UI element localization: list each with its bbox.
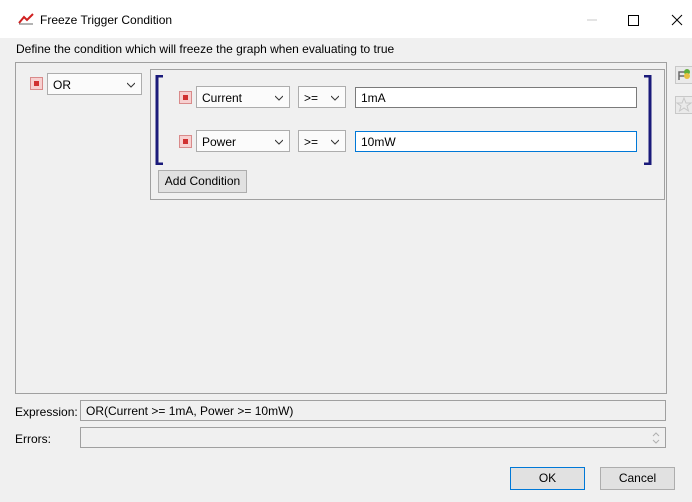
- remove-condition-icon[interactable]: [179, 135, 192, 148]
- dialog-description: Define the condition which will freeze t…: [16, 42, 395, 56]
- cancel-button[interactable]: Cancel: [600, 467, 675, 490]
- remove-group-icon[interactable]: [30, 77, 43, 90]
- signal-select[interactable]: Current: [196, 86, 290, 108]
- close-icon[interactable]: [662, 9, 692, 31]
- signal-value: Power: [202, 135, 237, 149]
- maximize-icon[interactable]: [618, 9, 648, 31]
- scroll-spinner-icon[interactable]: [651, 431, 661, 445]
- expression-field: OR(Current >= 1mA, Power >= 10mW): [80, 400, 666, 421]
- errors-label: Errors:: [15, 432, 51, 446]
- logic-operator-value: OR: [53, 78, 71, 92]
- comparator-value: >=: [304, 135, 319, 149]
- condition-value-input[interactable]: 10mW: [355, 131, 637, 152]
- signal-value: Current: [202, 91, 243, 105]
- condition-value-input[interactable]: 1mA: [355, 87, 637, 108]
- condition-value-text: 10mW: [361, 135, 396, 149]
- logic-operator-select[interactable]: OR: [47, 73, 142, 95]
- chevron-down-icon: [331, 139, 339, 145]
- add-tree-icon[interactable]: [675, 66, 692, 84]
- errors-field: [80, 427, 666, 448]
- condition-value-text: 1mA: [361, 91, 386, 105]
- favorite-star-icon[interactable]: [675, 96, 692, 114]
- signal-select[interactable]: Power: [196, 130, 290, 152]
- chevron-down-icon: [127, 82, 135, 88]
- right-bracket: [644, 75, 652, 165]
- remove-condition-icon[interactable]: [179, 91, 192, 104]
- title-bar: Freeze Trigger Condition: [0, 0, 692, 38]
- left-bracket: [155, 75, 163, 165]
- chevron-down-icon: [331, 95, 339, 101]
- window-title: Freeze Trigger Condition: [40, 13, 173, 27]
- expression-value: OR(Current >= 1mA, Power >= 10mW): [86, 404, 294, 418]
- comparator-select[interactable]: >=: [298, 86, 346, 108]
- chevron-down-icon: [275, 139, 283, 145]
- chevron-down-icon: [275, 95, 283, 101]
- add-condition-button[interactable]: Add Condition: [158, 170, 247, 193]
- app-icon: [18, 13, 34, 25]
- expression-label: Expression:: [15, 405, 78, 419]
- comparator-value: >=: [304, 91, 319, 105]
- minimize-icon[interactable]: [577, 9, 607, 31]
- comparator-select[interactable]: >=: [298, 130, 346, 152]
- ok-button[interactable]: OK: [510, 467, 585, 490]
